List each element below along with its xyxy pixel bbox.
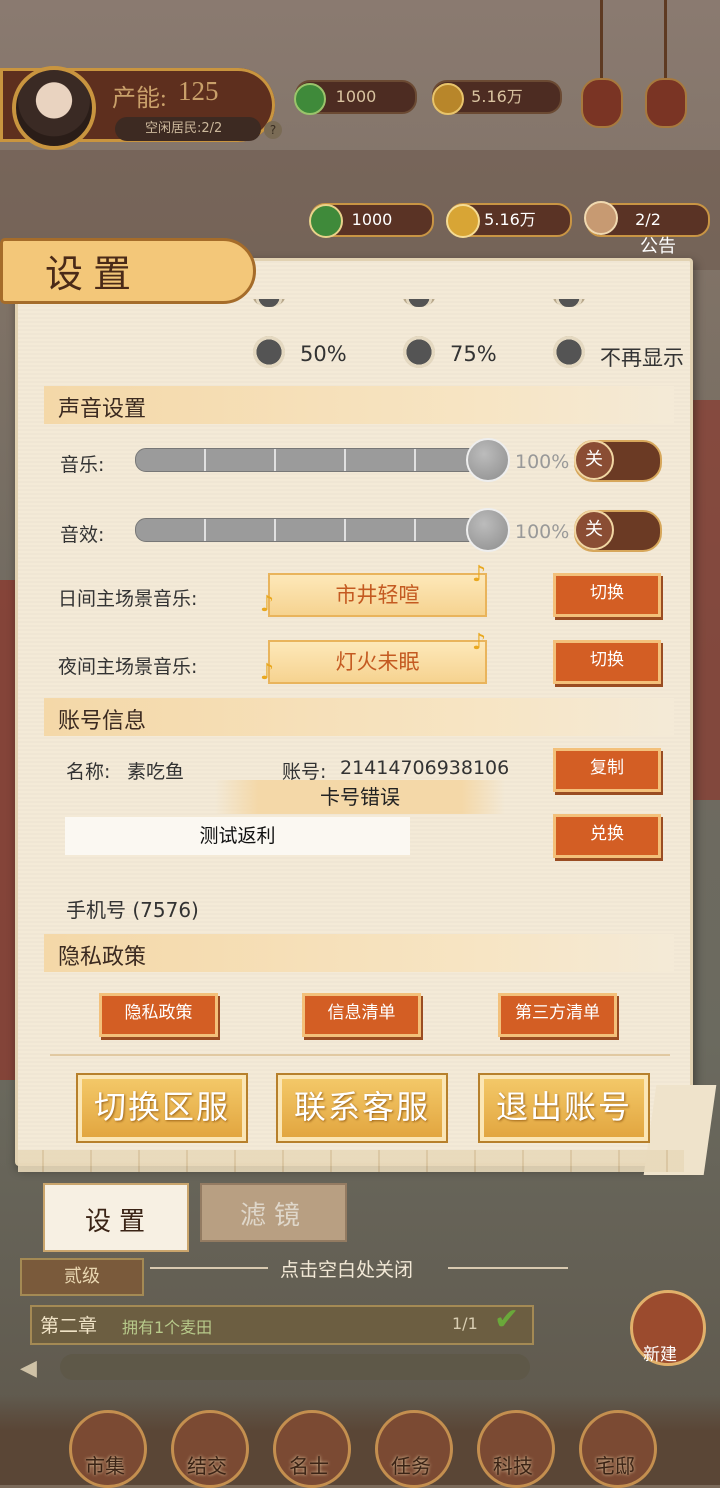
lantern-upgrade-icon[interactable]: [645, 78, 687, 128]
music-note-icon: ♪: [472, 562, 487, 587]
copper-value-top: 1000: [335, 87, 377, 106]
nav-mansion-label[interactable]: 宅邸: [570, 1450, 660, 1479]
nav-market-label[interactable]: 市集: [60, 1450, 150, 1479]
gold-value-top: 5.16万: [471, 87, 523, 106]
music-note-icon: ♪: [260, 660, 275, 685]
redeem-button[interactable]: 兑换: [553, 814, 661, 858]
gold-coin-icon: [432, 83, 464, 115]
gold-value: 5.16万: [484, 210, 536, 229]
third-party-list-button[interactable]: 第三方清单: [498, 993, 617, 1037]
sfx-label: 音效:: [60, 524, 105, 546]
tab-settings-label: 设置: [85, 1207, 154, 1236]
contact-support-button[interactable]: 联系客服: [278, 1075, 446, 1141]
panel-bottom-pattern: [18, 1150, 684, 1172]
night-music-switch-button[interactable]: 切换: [553, 640, 661, 684]
privacy-policy-button[interactable]: 隐私政策: [99, 993, 218, 1037]
music-percent: 100%: [515, 451, 570, 473]
chapter-label: 第二章: [40, 1316, 98, 1337]
night-music-selector[interactable]: 灯火未眠: [268, 640, 487, 684]
phone-number: 手机号 (7576): [66, 898, 199, 922]
music-label: 音乐:: [60, 454, 105, 476]
radio-50-label: 50%: [300, 342, 347, 366]
redeem-code-input[interactable]: 测试返利: [65, 817, 410, 855]
day-music-label: 日间主场景音乐:: [58, 588, 198, 610]
tab-settings[interactable]: 设置: [43, 1183, 189, 1252]
music-note-icon: ♪: [472, 630, 487, 655]
tab-filter[interactable]: 滤镜: [200, 1183, 347, 1242]
help-icon[interactable]: ?: [264, 121, 282, 139]
switch-server-button[interactable]: 切换区服: [78, 1075, 246, 1141]
tab-filter-label: 滤镜: [240, 1201, 309, 1230]
chat-bar[interactable]: [60, 1354, 530, 1380]
lantern-string: [600, 0, 603, 80]
account-section-title: 账号信息: [58, 708, 147, 733]
music-slider-thumb[interactable]: [466, 438, 510, 482]
radio-no-show[interactable]: [553, 336, 585, 368]
music-toggle-knob[interactable]: 关: [574, 440, 614, 480]
notice-label[interactable]: 公告: [640, 232, 676, 258]
level-tag: 贰级: [20, 1258, 144, 1296]
quest-task: 拥有1个麦田: [122, 1318, 213, 1337]
lantern-string: [664, 0, 667, 80]
divider: [50, 1054, 670, 1056]
sfx-slider[interactable]: [135, 518, 497, 542]
card-error-message: 卡号错误: [215, 780, 505, 814]
quest-progress: 1/1: [452, 1314, 478, 1333]
check-icon: ✔: [494, 1302, 520, 1337]
account-value: 21414706938106: [340, 757, 510, 779]
nav-celebrities-label[interactable]: 名士: [264, 1450, 354, 1479]
avatar[interactable]: [12, 66, 96, 150]
nav-tasks-label[interactable]: 任务: [366, 1450, 456, 1479]
day-music-switch-button[interactable]: 切换: [553, 573, 661, 617]
music-slider[interactable]: [135, 448, 497, 472]
name-value: 素吃鱼: [127, 761, 185, 783]
music-note-icon: ♪: [260, 592, 275, 617]
idle-residents: 空闲居民:2/2: [115, 117, 261, 141]
day-music-selector[interactable]: 市井轻喧: [268, 573, 487, 617]
sound-section-title: 声音设置: [58, 396, 147, 421]
new-build-label: 新建: [643, 1345, 677, 1365]
lantern-share-icon[interactable]: [581, 78, 623, 128]
nav-friends-label[interactable]: 结交: [162, 1450, 252, 1479]
residents-value: 2/2: [635, 210, 661, 229]
copper-coin-icon: [294, 83, 326, 115]
resident-icon: [584, 201, 618, 235]
privacy-section-title: 隐私政策: [58, 944, 147, 969]
panel-title: 设置: [45, 254, 142, 296]
speaker-icon: ◀: [20, 1356, 37, 1381]
name-label: 名称:: [66, 761, 111, 783]
hint-line-right: [448, 1267, 568, 1269]
gold-coin-icon: [446, 204, 480, 238]
copper-value: 1000: [351, 210, 393, 229]
info-list-button[interactable]: 信息清单: [302, 993, 421, 1037]
logout-button[interactable]: 退出账号: [480, 1075, 648, 1141]
radio-75[interactable]: [403, 336, 435, 368]
sfx-slider-thumb[interactable]: [466, 508, 510, 552]
radio-50[interactable]: [253, 336, 285, 368]
sfx-toggle-knob[interactable]: 关: [574, 510, 614, 550]
copy-button[interactable]: 复制: [553, 748, 661, 792]
radio-no-show-label: 不再显示: [600, 346, 684, 370]
close-hint: 点击空白处关闭: [280, 1259, 414, 1281]
hint-line-left: [150, 1267, 268, 1269]
night-music-label: 夜间主场景音乐:: [58, 656, 198, 678]
background-wall-right: [690, 400, 720, 800]
radio-75-label: 75%: [450, 342, 497, 366]
sfx-percent: 100%: [515, 521, 570, 543]
copper-coin-icon: [309, 204, 343, 238]
capacity-label: 产能:: [112, 86, 167, 112]
nav-tech-label[interactable]: 科技: [468, 1450, 558, 1479]
capacity-value: 125: [178, 76, 219, 106]
